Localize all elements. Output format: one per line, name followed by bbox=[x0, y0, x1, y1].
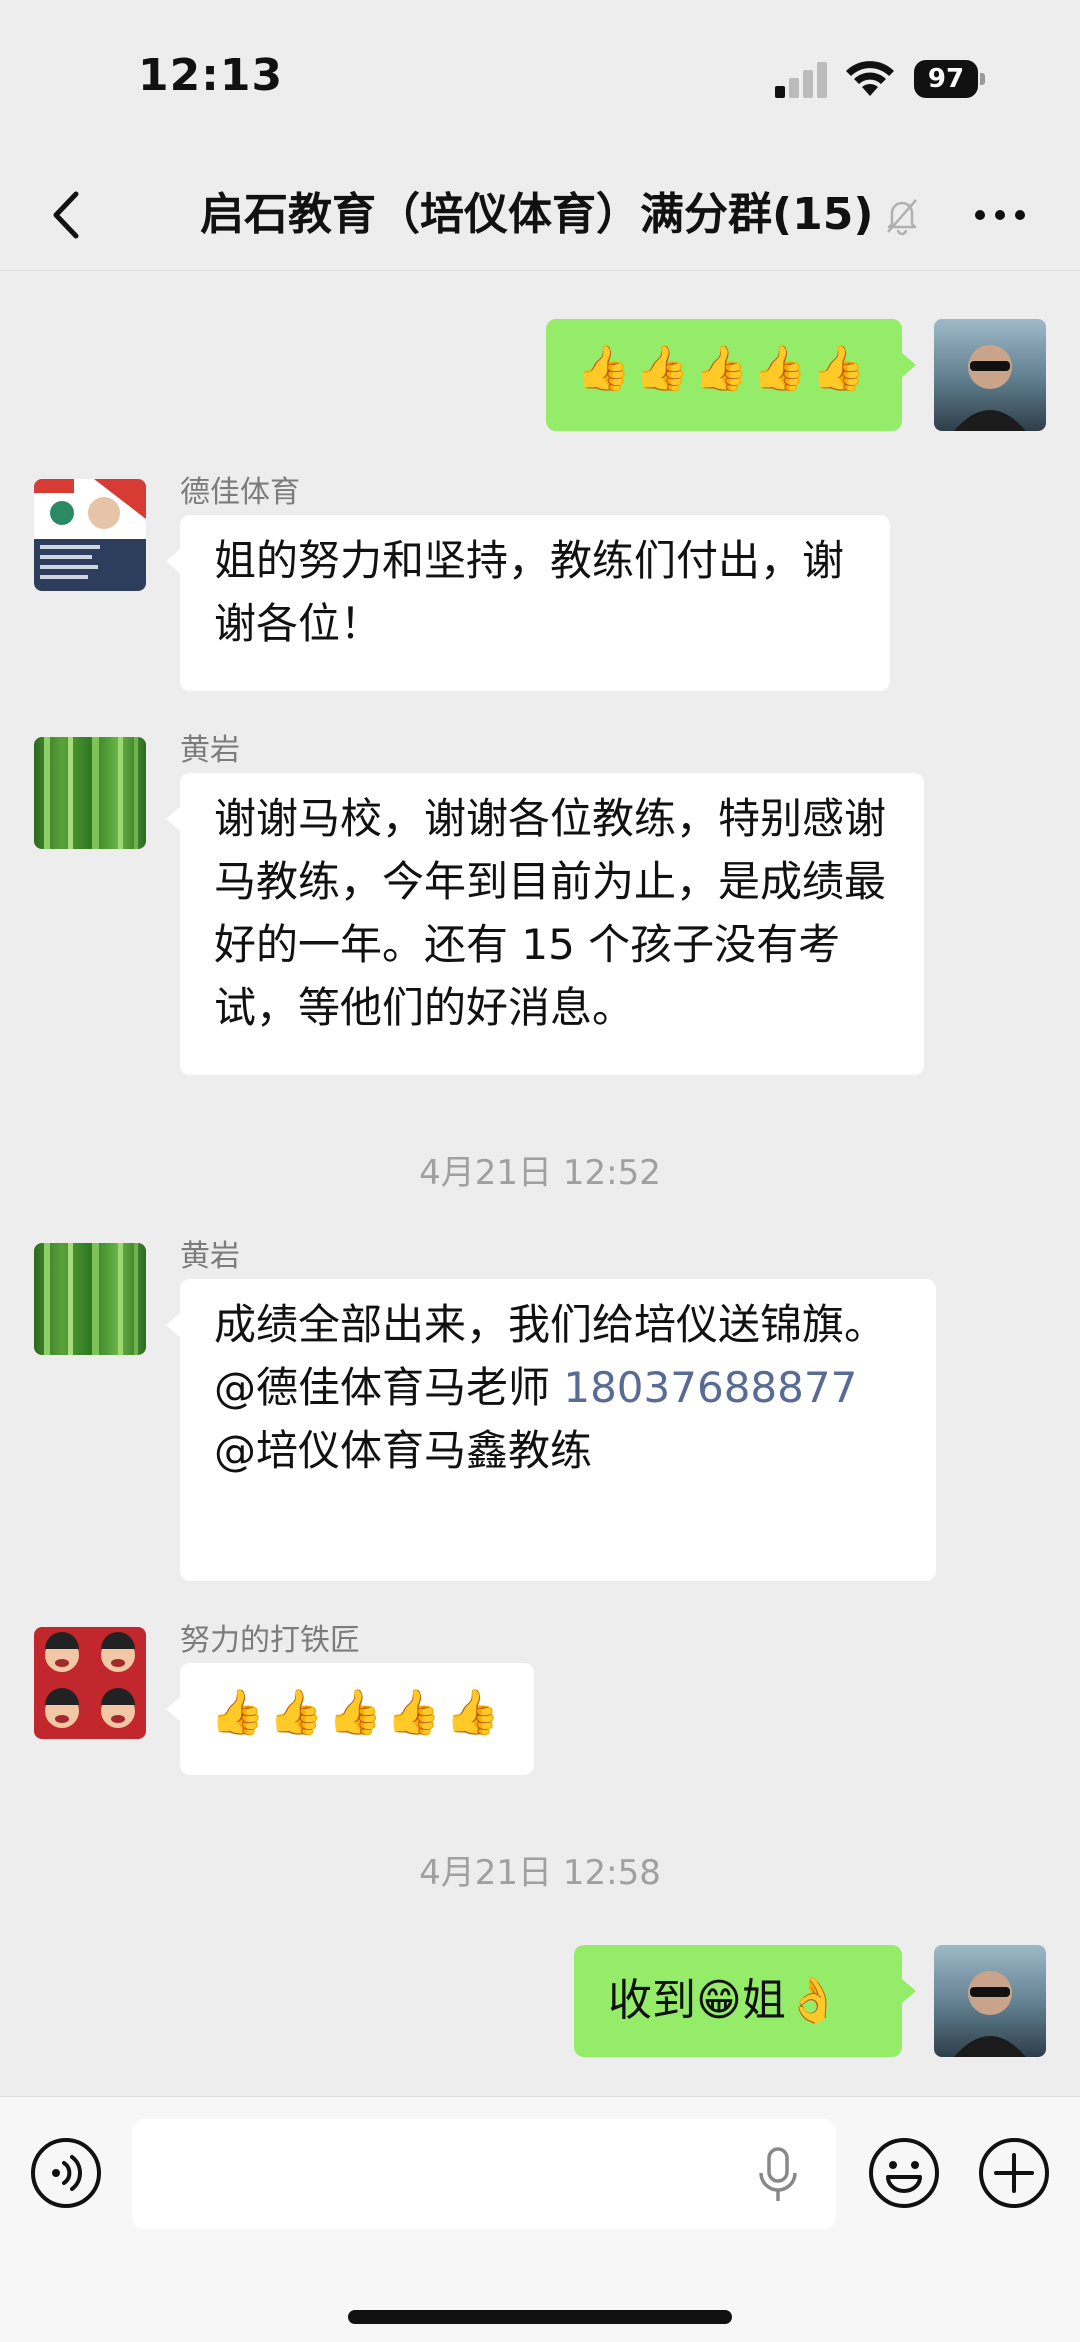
message-text: 收到 bbox=[608, 1975, 696, 2026]
battery-icon: 97 bbox=[914, 60, 985, 100]
message-bubble[interactable]: 收到😁姐👌 bbox=[574, 1945, 916, 2057]
voice-input-icon[interactable] bbox=[30, 2137, 102, 2209]
thumbs-up-emoji: 👍 bbox=[386, 1687, 442, 1738]
microphone-icon[interactable] bbox=[756, 2147, 800, 2203]
avatar-dejia[interactable] bbox=[34, 479, 146, 591]
thumbs-up-emoji: 👍 bbox=[634, 343, 690, 394]
cellular-signal-icon bbox=[775, 62, 837, 98]
thumbs-up-emoji: 👍 bbox=[811, 343, 866, 394]
thumbs-up-emoji: 👍 bbox=[445, 1687, 500, 1738]
message-bubble[interactable]: 谢谢马校，谢谢各位教练，特别感谢马教练，今年到目前为止，是成绩最好的一年。还有 … bbox=[166, 773, 924, 1075]
thumbs-up-emoji: 👍 bbox=[752, 343, 808, 394]
status-bar: 12:13 97 bbox=[0, 0, 1080, 160]
message-bubble[interactable]: 成绩全部出来，我们给培仪送锦旗。@德佳体育马老师 18037688877 @培仪… bbox=[166, 1279, 936, 1581]
message-text: @培仪体育马鑫教练 bbox=[214, 1426, 593, 1475]
timestamp: 4月21日 12:58 bbox=[419, 1853, 661, 1893]
avatar-huangyan[interactable] bbox=[34, 1243, 146, 1355]
message-text: 姐 bbox=[741, 1975, 786, 2026]
avatar-huangyan[interactable] bbox=[34, 737, 146, 849]
more-options-icon[interactable] bbox=[970, 185, 1030, 245]
grin-emoji: 😁 bbox=[696, 1975, 742, 2026]
add-more-icon[interactable] bbox=[978, 2137, 1050, 2209]
chat-header: 启石教育（培仪体育）满分群(15) bbox=[0, 160, 1080, 271]
back-icon[interactable] bbox=[40, 182, 100, 248]
chat-title: 启石教育（培仪体育）满分群(15) bbox=[200, 189, 874, 240]
status-time: 12:13 bbox=[138, 50, 284, 101]
thumbs-up-emoji: 👍 bbox=[210, 1687, 265, 1738]
thumbs-up-emoji: 👍 bbox=[693, 343, 749, 394]
sender-name: 努力的打铁匠 bbox=[180, 1623, 360, 1658]
sender-name: 黄岩 bbox=[180, 733, 240, 768]
message-list[interactable]: 👍👍👍👍👍 德佳体育 姐的努力和坚持，教练们付出，谢谢各位！ 黄岩 谢谢马校，谢… bbox=[0, 271, 1080, 2096]
message-bubble[interactable]: 👍👍👍👍👍 bbox=[546, 319, 916, 431]
home-indicator[interactable] bbox=[348, 2310, 732, 2324]
avatar-dati[interactable] bbox=[34, 1627, 146, 1739]
ok-hand-emoji: 👌 bbox=[785, 1975, 841, 2026]
message-bubble[interactable]: 姐的努力和坚持，教练们付出，谢谢各位！ bbox=[166, 515, 890, 691]
avatar-self[interactable] bbox=[934, 1945, 1046, 2057]
thumbs-up-emoji: 👍 bbox=[576, 343, 631, 394]
avatar-self[interactable] bbox=[934, 319, 1046, 431]
phone-number-link[interactable]: 18037688877 bbox=[563, 1363, 857, 1412]
thumbs-up-emoji: 👍 bbox=[327, 1687, 383, 1738]
emoji-icon[interactable] bbox=[868, 2137, 940, 2209]
sender-name: 德佳体育 bbox=[180, 475, 300, 510]
wifi-icon bbox=[846, 61, 894, 96]
sender-name: 黄岩 bbox=[180, 1239, 240, 1274]
input-bar bbox=[0, 2096, 1080, 2342]
message-bubble[interactable]: 👍👍👍👍👍 bbox=[166, 1663, 534, 1775]
thumbs-up-emoji: 👍 bbox=[268, 1687, 324, 1738]
battery-level: 97 bbox=[914, 60, 978, 98]
timestamp: 4月21日 12:52 bbox=[419, 1153, 661, 1193]
mute-bell-icon bbox=[887, 199, 917, 236]
message-input[interactable] bbox=[132, 2119, 836, 2229]
